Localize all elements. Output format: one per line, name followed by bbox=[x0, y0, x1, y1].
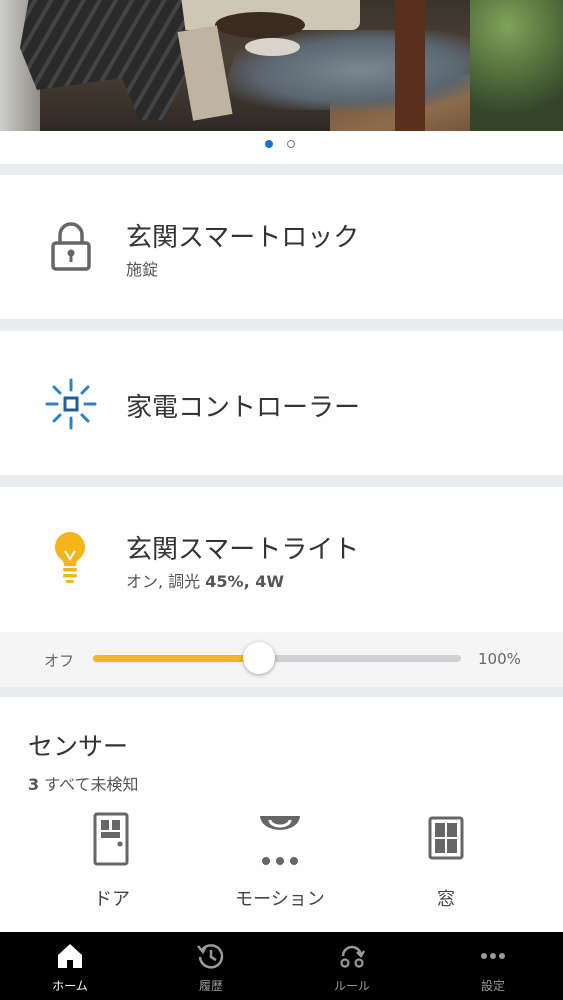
tab-settings[interactable]: 設定 bbox=[423, 932, 563, 1000]
lightbulb-icon bbox=[55, 532, 85, 583]
sensor-window[interactable]: 窓 bbox=[376, 812, 516, 912]
tab-rules[interactable]: ルール bbox=[282, 932, 422, 1000]
sensor-label: モーション bbox=[235, 889, 325, 910]
slider-thumb[interactable] bbox=[242, 642, 275, 674]
device-status-value: 45%, 4W bbox=[205, 572, 284, 591]
hero-image[interactable] bbox=[0, 0, 563, 131]
device-name: 玄関スマートロック bbox=[126, 223, 360, 253]
tab-label: 設定 bbox=[480, 979, 505, 993]
sensor-label: 窓 bbox=[437, 889, 455, 910]
page-dot[interactable] bbox=[287, 140, 295, 148]
device-card-light[interactable]: 玄関スマートライト オン, 調光 45%, 4W bbox=[0, 487, 563, 632]
device-name: 玄関スマートライト bbox=[126, 535, 360, 565]
sensor-door[interactable]: ドア bbox=[42, 812, 182, 912]
tab-label: ルール bbox=[333, 979, 370, 993]
slider-fill bbox=[93, 655, 259, 662]
device-status: 施錠 bbox=[126, 260, 159, 279]
sensor-label: ドア bbox=[94, 889, 130, 910]
tab-history[interactable]: 履歴 bbox=[141, 932, 281, 1000]
device-name: 家電コントローラー bbox=[126, 393, 361, 423]
rules-icon bbox=[340, 945, 366, 968]
tab-home[interactable]: ホーム bbox=[0, 932, 140, 1000]
hero-post bbox=[395, 0, 425, 131]
sensors-section: センサー 3 すべて未検知 ドア モーション 窓 bbox=[0, 697, 563, 932]
device-card-lock[interactable]: 玄関スマートロック 施錠 bbox=[0, 175, 563, 319]
remote-controller-icon bbox=[45, 378, 97, 430]
slider-min-label: オフ bbox=[44, 652, 75, 670]
sensors-summary-text: すべて未検知 bbox=[39, 775, 139, 794]
sensor-motion[interactable]: モーション bbox=[210, 812, 350, 912]
tab-label: 履歴 bbox=[198, 979, 223, 993]
slider-max-label: 100% bbox=[478, 650, 521, 668]
lock-icon bbox=[51, 222, 91, 271]
page-indicator bbox=[0, 131, 563, 164]
hero-plant bbox=[470, 0, 563, 131]
history-icon bbox=[197, 944, 224, 969]
hero-side-table bbox=[245, 38, 300, 56]
device-status: オン, 調光 45%, 4W bbox=[126, 568, 284, 592]
device-status-prefix: オン, 調光 bbox=[126, 572, 206, 591]
sensors-summary: 3 すべて未検知 bbox=[28, 771, 138, 795]
motion-sensor-icon bbox=[260, 816, 300, 865]
dimmer-slider[interactable] bbox=[93, 642, 461, 674]
door-icon bbox=[93, 812, 129, 866]
hero-blanket bbox=[177, 25, 233, 121]
tab-label: ホーム bbox=[52, 979, 88, 993]
bottom-tab-bar: ホーム 履歴 ルール 設定 bbox=[0, 932, 563, 1000]
sensors-title: センサー bbox=[28, 732, 129, 761]
sensors-count: 3 bbox=[28, 775, 40, 794]
home-icon bbox=[58, 944, 82, 968]
more-icon bbox=[481, 953, 505, 959]
page-dot-active[interactable] bbox=[265, 140, 273, 148]
hero-table bbox=[215, 12, 305, 38]
device-card-controller[interactable]: 家電コントローラー bbox=[0, 331, 563, 475]
hero-chair bbox=[20, 0, 190, 120]
window-icon bbox=[428, 816, 464, 860]
